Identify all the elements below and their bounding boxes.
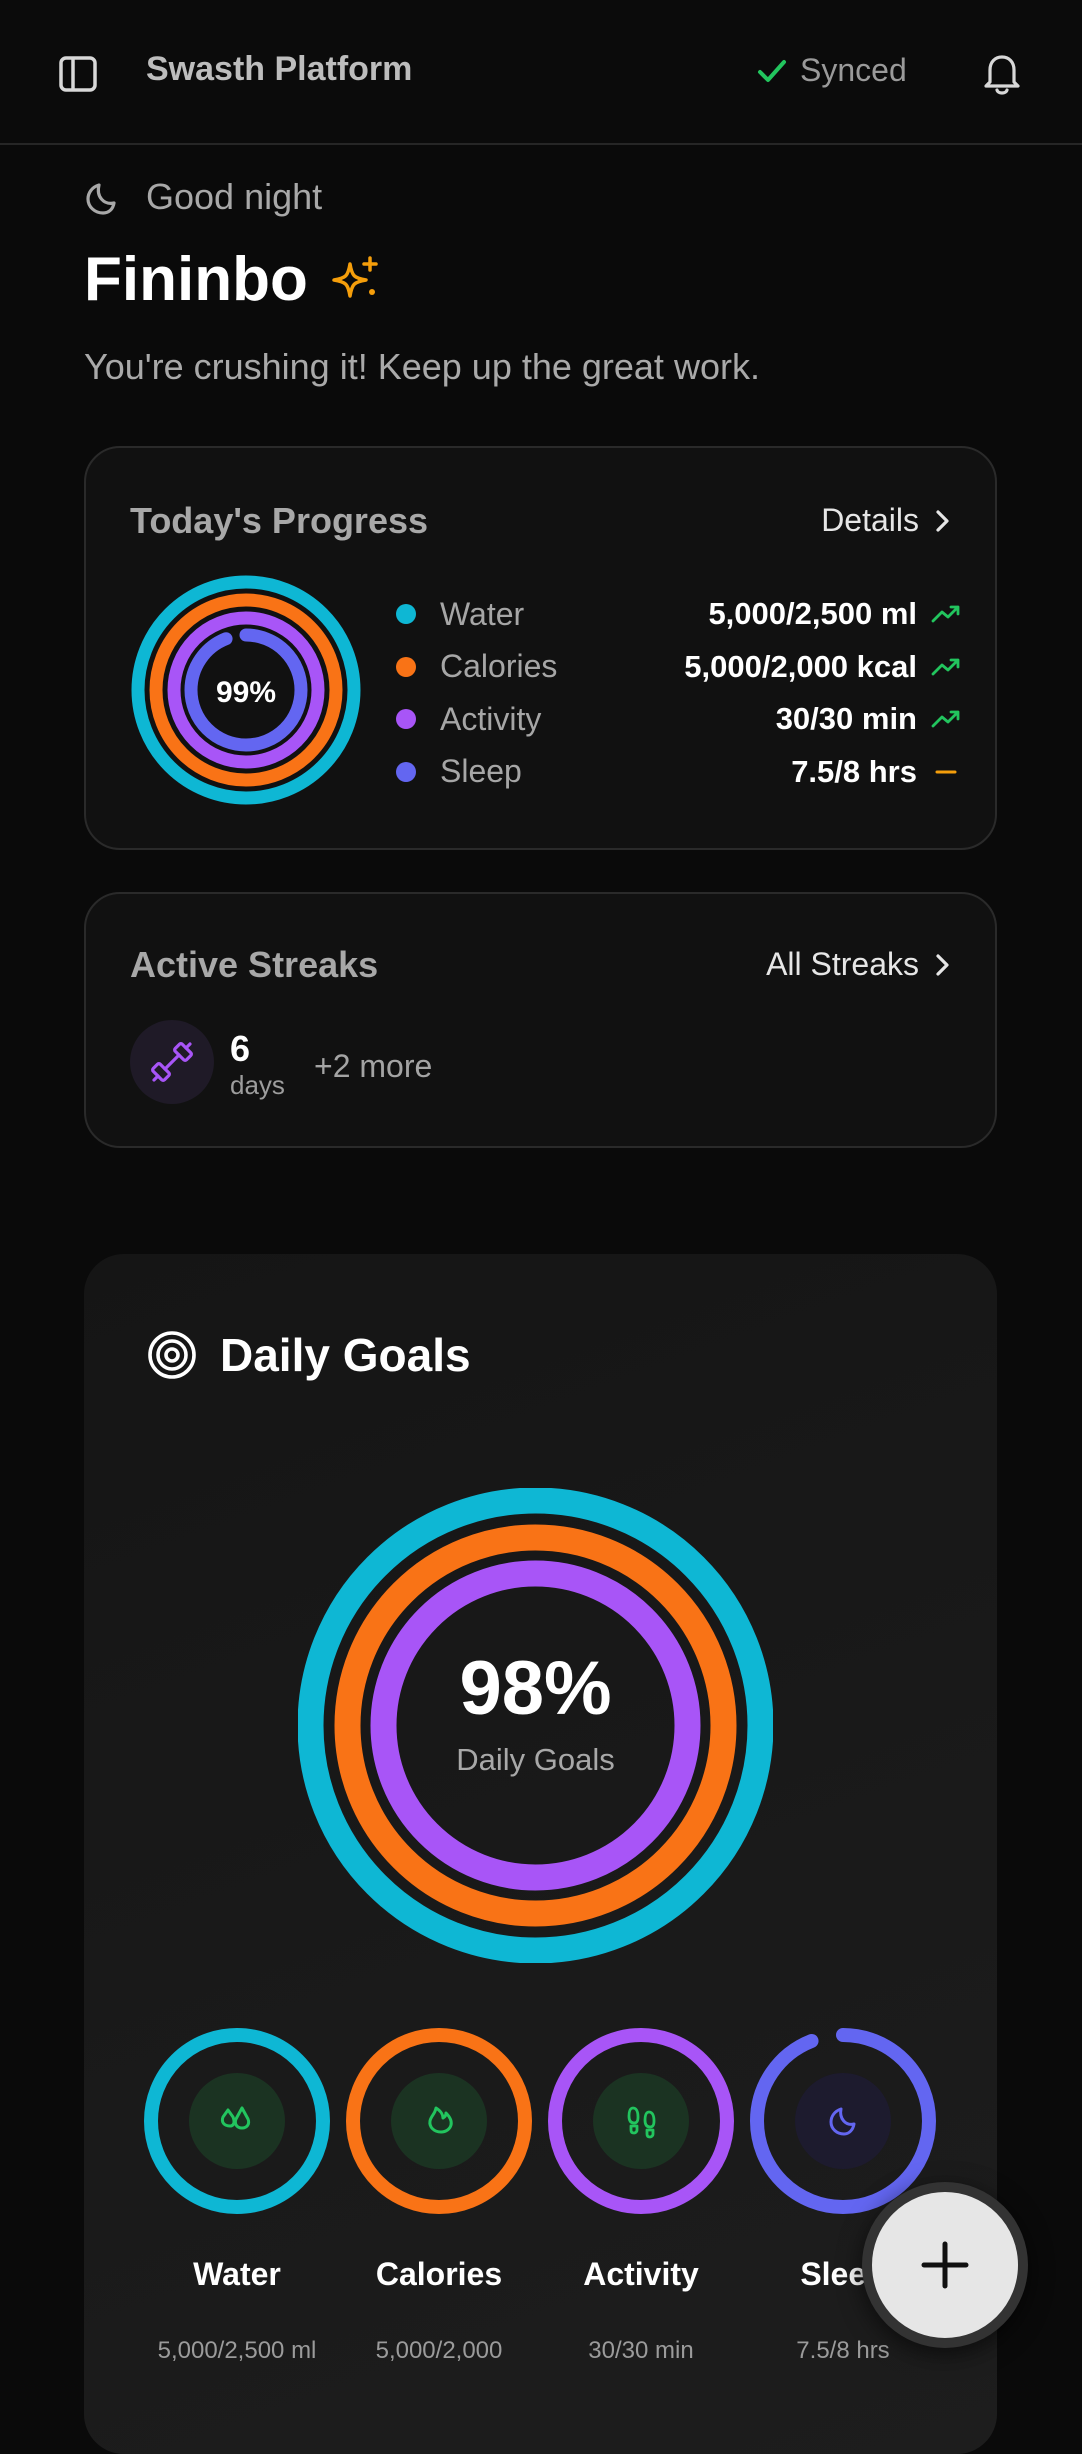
sparkles-icon bbox=[332, 255, 378, 298]
metric-value: 5,000/2,000 kcal bbox=[684, 648, 917, 684]
user-row: Fininbo bbox=[84, 244, 384, 315]
goals-subtitle: Daily Goals bbox=[456, 1742, 615, 1777]
metric-dot bbox=[396, 709, 416, 730]
metric-list: Water 5,000/2,500 ml Calories 5,000/2,000 k… bbox=[396, 588, 961, 798]
metric-value: 30/30 min bbox=[775, 701, 917, 737]
greeting-salutation: Good night bbox=[146, 176, 323, 217]
more-streaks[interactable]: +2 more bbox=[314, 1048, 432, 1085]
streak-badge[interactable] bbox=[130, 1020, 214, 1104]
goal-tiles: Water 5,000/2,500 ml Calories 5,000/2,000 Ac… bbox=[140, 2024, 960, 2444]
user-name: Fininbo bbox=[84, 245, 308, 314]
goal-tile-water[interactable]: Water 5,000/2,500 ml bbox=[140, 2024, 334, 2365]
goal-value: 7.5/8 hrs bbox=[796, 2337, 890, 2364]
progress-percent: 99% bbox=[216, 676, 276, 709]
goal-icon-backdrop bbox=[391, 2073, 487, 2169]
top-bar: Swasth Platform Synced bbox=[0, 0, 1082, 145]
goal-ring-water bbox=[144, 2028, 330, 2214]
goals-title: Daily Goals bbox=[220, 1329, 471, 1381]
goal-ring-calories bbox=[346, 2028, 532, 2214]
streak-unit: days bbox=[230, 1070, 285, 1100]
trend-up-icon bbox=[931, 658, 960, 676]
metric-name: Activity bbox=[440, 700, 542, 737]
goal-icon-backdrop bbox=[593, 2073, 689, 2169]
goals-percent: 98% bbox=[459, 1646, 611, 1731]
todays-progress-card: Today's Progress Details 99% Water 5,000/… bbox=[84, 446, 997, 850]
trend-up-icon bbox=[931, 710, 960, 728]
goal-label: Calories bbox=[375, 2256, 503, 2292]
metric-name: Sleep bbox=[440, 753, 522, 790]
check-icon bbox=[758, 59, 786, 82]
metric-row-calories: Calories 5,000/2,000 kcal bbox=[396, 641, 961, 694]
add-button[interactable] bbox=[862, 2182, 1028, 2348]
daily-goals-rings: 98% Daily Goals bbox=[298, 1488, 773, 1963]
streak-count: 6 bbox=[230, 1028, 251, 1069]
goal-value: 5,000/2,000 bbox=[375, 2337, 503, 2364]
streaks-card-title: Active Streaks bbox=[130, 944, 379, 985]
metric-dot bbox=[396, 604, 416, 625]
metric-name: Calories bbox=[440, 648, 558, 685]
metric-value: 5,000/2,500 ml bbox=[708, 596, 917, 632]
goal-tile-activity[interactable]: Activity 30/30 min bbox=[544, 2024, 738, 2365]
details-link[interactable]: Details bbox=[821, 502, 951, 539]
goals-header: Daily Goals bbox=[146, 1328, 471, 1382]
metric-value: 7.5/8 hrs bbox=[791, 753, 917, 789]
chevron-right-icon bbox=[936, 509, 949, 532]
sync-status: Synced bbox=[756, 52, 907, 89]
progress-card-title: Today's Progress bbox=[130, 500, 429, 541]
bell-icon[interactable] bbox=[982, 50, 1022, 96]
app-title: Swasth Platform bbox=[146, 50, 413, 88]
plus-icon bbox=[921, 2241, 969, 2289]
metric-row-activity: Activity 30/30 min bbox=[396, 693, 961, 746]
dumbbell-icon bbox=[151, 1042, 193, 1082]
motivation-text: You're crushing it! Keep up the great wo… bbox=[84, 346, 760, 387]
trend-flat-icon bbox=[935, 770, 957, 774]
metric-name: Water bbox=[440, 595, 525, 632]
moon-icon bbox=[86, 183, 116, 215]
goal-label: Water bbox=[193, 2256, 281, 2292]
progress-rings: 99% bbox=[131, 575, 361, 805]
goal-icon-backdrop bbox=[189, 2073, 285, 2169]
details-link-label: Details bbox=[821, 502, 919, 538]
sync-label: Synced bbox=[800, 52, 907, 88]
all-streaks-link-label: All Streaks bbox=[766, 946, 919, 982]
trend-up-icon bbox=[931, 605, 960, 623]
sidebar-toggle-icon[interactable] bbox=[58, 54, 98, 94]
active-streaks-card: Active Streaks All Streaks 6 days +2 mor… bbox=[84, 892, 997, 1148]
daily-goals-card: Daily Goals 98% Daily Goals Water 5,000/2… bbox=[84, 1254, 997, 2454]
metric-row-water: Water 5,000/2,500 ml bbox=[396, 588, 961, 641]
metric-row-sleep: Sleep 7.5/8 hrs bbox=[396, 746, 961, 799]
goal-value: 30/30 min bbox=[588, 2337, 694, 2364]
metric-dot bbox=[396, 761, 416, 782]
goal-value: 5,000/2,500 ml bbox=[157, 2337, 317, 2364]
chevron-right-icon bbox=[936, 953, 949, 976]
goal-label: Activity bbox=[583, 2256, 699, 2292]
target-icon bbox=[148, 1331, 196, 1379]
greeting-row: Good night bbox=[84, 176, 322, 218]
all-streaks-link[interactable]: All Streaks bbox=[766, 946, 951, 983]
metric-dot bbox=[396, 656, 416, 677]
goal-tile-calories[interactable]: Calories 5,000/2,000 bbox=[342, 2024, 536, 2365]
goal-ring-activity bbox=[548, 2028, 734, 2214]
